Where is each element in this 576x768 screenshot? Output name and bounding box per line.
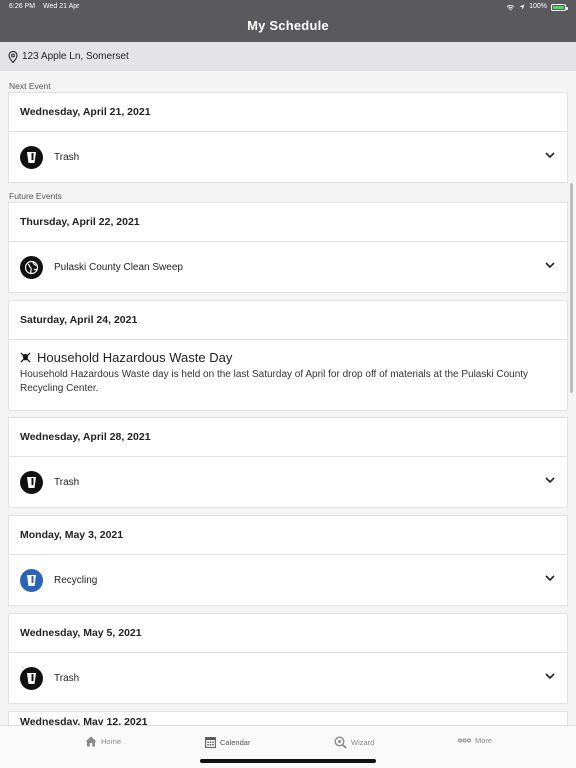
event-row[interactable]: Recycling	[9, 555, 567, 605]
trash-bin-icon	[20, 666, 43, 690]
chevron-down-icon[interactable]	[545, 673, 555, 680]
recycling-bin-icon	[20, 568, 43, 592]
magnifier-icon	[334, 736, 347, 749]
battery-level	[553, 5, 564, 9]
home-icon	[85, 736, 97, 747]
event-item-label: Trash	[54, 151, 80, 163]
calendar-icon	[205, 737, 216, 748]
event-row[interactable]: Trash	[9, 457, 567, 507]
chevron-down-icon[interactable]	[545, 152, 555, 159]
next-event-label: Next Event	[9, 81, 51, 91]
tab-label: Home	[101, 737, 122, 746]
event-card: Thursday, April 22, 2021 Pulaski County …	[8, 202, 568, 293]
event-item-label: Trash	[54, 476, 80, 488]
event-card: Saturday, April 24, 2021 Household Hazar…	[8, 300, 568, 411]
event-date: Thursday, April 22, 2021	[9, 203, 567, 242]
event-item-label: Pulaski County Clean Sweep	[54, 261, 183, 273]
event-card: Wednesday, May 12, 2021	[8, 711, 568, 725]
event-item-label: Trash	[54, 672, 80, 684]
battery-icon	[551, 3, 568, 11]
page-title: My Schedule	[247, 18, 329, 33]
status-bar: 6:26 PM Wed 21 Apr 100%	[0, 0, 576, 14]
event-date: Wednesday, May 12, 2021	[20, 716, 148, 725]
future-events-label: Future Events	[9, 191, 62, 201]
tab-home[interactable]: Home	[85, 736, 121, 747]
location-address: 123 Apple Ln, Somerset	[22, 51, 129, 62]
event-date: Wednesday, April 21, 2021	[9, 93, 567, 132]
event-row[interactable]: Trash	[9, 653, 567, 703]
battery-percent: 100%	[529, 3, 547, 10]
trash-bin-icon	[20, 470, 43, 494]
event-row[interactable]: Pulaski County Clean Sweep	[9, 242, 567, 292]
tab-label: Calendar	[220, 737, 251, 747]
event-date: Monday, May 3, 2021	[9, 516, 567, 555]
tab-wizard[interactable]: Wizard	[334, 736, 374, 749]
chevron-down-icon[interactable]	[545, 262, 555, 269]
tab-calendar[interactable]: Calendar	[205, 736, 250, 748]
location-bar[interactable]: 123 Apple Ln, Somerset	[0, 42, 576, 71]
event-date: Wednesday, May 5, 2021	[9, 614, 567, 653]
schedule-list[interactable]: Next Event Wednesday, April 21, 2021 Tra…	[0, 71, 576, 725]
event-title: Household Hazardous Waste Day	[37, 350, 233, 365]
more-dots-icon	[458, 738, 471, 743]
tab-label: More	[475, 736, 493, 745]
event-card: Wednesday, May 5, 2021 Trash	[8, 613, 568, 704]
event-detail: Household Hazardous Waste Day Household …	[9, 340, 567, 410]
event-item-label: Recycling	[54, 574, 98, 586]
chevron-down-icon[interactable]	[545, 575, 555, 582]
wifi-icon	[506, 4, 515, 11]
location-arrow-icon	[519, 4, 525, 10]
event-card: Monday, May 3, 2021 Recycling	[8, 515, 568, 606]
event-card: Wednesday, April 28, 2021 Trash	[8, 417, 568, 508]
event-date: Wednesday, April 28, 2021	[9, 418, 567, 457]
event-row[interactable]: Trash	[9, 132, 567, 182]
tab-label: Wizard	[351, 738, 375, 747]
event-card: Wednesday, April 21, 2021 Trash	[8, 92, 568, 183]
event-description: Household Hazardous Waste day is held on…	[20, 369, 529, 394]
tab-more[interactable]: More	[458, 736, 492, 745]
status-time: 6:26 PM	[9, 3, 36, 10]
trash-bin-icon	[20, 145, 43, 169]
location-pin-icon	[8, 50, 18, 63]
event-date: Saturday, April 24, 2021	[9, 301, 567, 340]
chevron-down-icon[interactable]	[545, 477, 555, 484]
app-header: 6:26 PM Wed 21 Apr 100% My Schedule	[0, 0, 576, 42]
globe-icon	[20, 255, 43, 279]
scrollbar[interactable]	[570, 183, 573, 393]
home-indicator[interactable]	[200, 759, 376, 763]
status-date: Wed 21 Apr	[43, 3, 80, 10]
skull-crossbones-icon	[20, 352, 31, 363]
